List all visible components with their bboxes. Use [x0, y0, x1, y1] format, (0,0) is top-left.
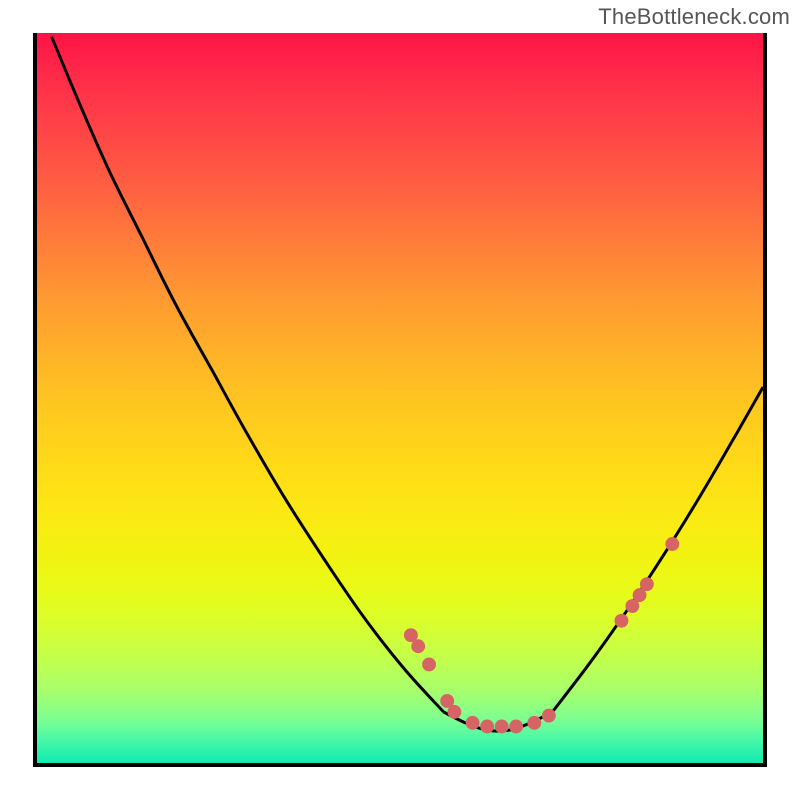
- curve-layer: [37, 33, 763, 763]
- data-point: [542, 709, 556, 723]
- data-points-group: [404, 537, 679, 733]
- data-point: [615, 614, 629, 628]
- watermark-text: TheBottleneck.com: [598, 4, 790, 30]
- data-point: [422, 657, 436, 671]
- data-point: [509, 720, 523, 734]
- chart-root: TheBottleneck.com: [0, 0, 800, 800]
- data-point: [447, 705, 461, 719]
- data-point: [665, 537, 679, 551]
- data-point: [495, 720, 509, 734]
- data-point: [480, 720, 494, 734]
- data-point: [527, 716, 541, 730]
- plot-area: [33, 33, 767, 767]
- data-point: [640, 577, 654, 591]
- bottleneck-curve-left: [52, 37, 444, 712]
- bottleneck-curve-right: [552, 387, 763, 712]
- data-point: [466, 716, 480, 730]
- data-point: [411, 639, 425, 653]
